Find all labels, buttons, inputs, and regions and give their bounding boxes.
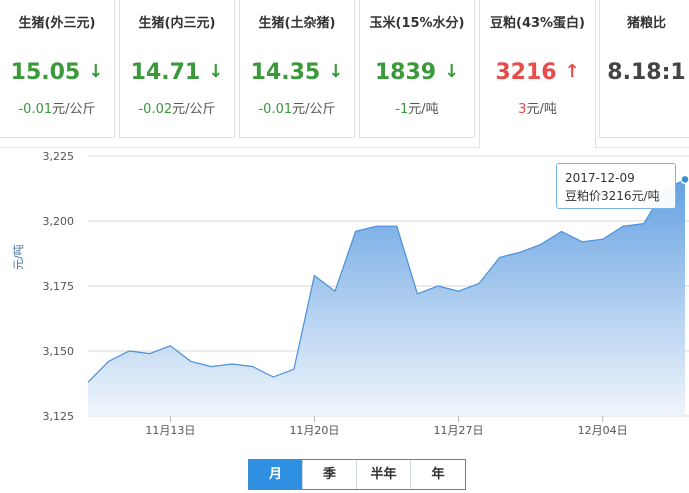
tab-3[interactable]: 玉米(15%水分) 1839 ↓ -1元/吨: [359, 0, 475, 138]
change-unit: 元/吨: [526, 102, 557, 117]
change-unit: 元/公斤: [292, 102, 336, 117]
price-value: 14.71: [130, 60, 201, 85]
x-tick-label: 11月20日: [289, 424, 339, 437]
price-tabs: 生猪(外三元) 15.05 ↓ -0.01元/公斤 生猪(内三元) 14.71 ↓ -0.02…: [0, 0, 689, 148]
chart-tooltip: 2017-12-09 豆粕价3216元/吨: [556, 163, 676, 209]
tab-change: 3元/吨: [480, 98, 595, 117]
tab-4[interactable]: 豆粕(43%蛋白) 3216 ↑ 3元/吨: [479, 0, 596, 148]
y-tick-label: 3,125: [43, 410, 75, 423]
tab-title: 猪粮比: [626, 16, 666, 31]
arrow-down-icon: ↓: [444, 61, 460, 82]
range-button-3[interactable]: 年: [411, 460, 465, 489]
y-tick-label: 3,150: [43, 345, 75, 358]
price-value: 1839: [374, 60, 437, 85]
tab-price: 15.05 ↓: [0, 60, 114, 85]
range-button-1[interactable]: 季: [303, 460, 357, 489]
tab-title: 生猪(外三元): [18, 16, 96, 31]
x-tick-label: 12月04日: [578, 424, 628, 437]
change-unit: 元/公斤: [52, 102, 96, 117]
tab-1[interactable]: 生猪(内三元) 14.71 ↓ -0.02元/公斤: [119, 0, 235, 138]
y-tick-label: 3,200: [43, 215, 75, 228]
tab-change: -1元/吨: [360, 98, 474, 117]
change-value: -0.01: [18, 102, 53, 117]
tab-price: 3216 ↑: [480, 60, 595, 85]
tab-title: 生猪(内三元): [138, 16, 216, 31]
tooltip-date: 2017-12-09: [565, 171, 635, 185]
y-axis-ticks: 3,125 3,150 3,175 3,200 3,225: [43, 150, 75, 423]
tab-change: -0.02元/公斤: [120, 98, 234, 117]
price-value: 15.05: [10, 60, 81, 85]
data-point[interactable]: [680, 174, 689, 185]
x-axis-ticks: 11月13日 11月20日 11月27日 12月04日: [145, 416, 628, 437]
price-value: 3216: [495, 60, 557, 85]
tab-title: 豆粕(43%蛋白): [490, 16, 585, 31]
change-value: -1: [395, 102, 409, 117]
price-value: 14.35: [250, 60, 321, 85]
tab-price: 14.71 ↓: [120, 60, 234, 85]
price-value: 8.18:1: [607, 60, 686, 85]
y-axis-label: 元/吨: [12, 244, 25, 270]
arrow-down-icon: ↓: [328, 61, 344, 82]
tab-2[interactable]: 生猪(土杂猪) 14.35 ↓ -0.01元/公斤: [239, 0, 355, 138]
arrow-down-icon: ↓: [208, 61, 224, 82]
tab-0[interactable]: 生猪(外三元) 15.05 ↓ -0.01元/公斤: [0, 0, 115, 138]
range-button-0[interactable]: 月: [249, 460, 303, 489]
series-area: [88, 179, 685, 416]
change-value: -0.01: [258, 102, 293, 117]
x-tick-label: 11月27日: [434, 424, 484, 437]
y-tick-label: 3,175: [43, 280, 75, 293]
tab-change: -0.01元/公斤: [240, 98, 354, 117]
tab-title: 玉米(15%水分): [369, 16, 465, 31]
tooltip-value: 豆粕价3216元/吨: [565, 189, 660, 203]
tab-title: 生猪(土杂猪): [258, 16, 336, 31]
tab-5[interactable]: 猪粮比 8.18:1: [599, 0, 689, 138]
tab-price: 8.18:1: [600, 60, 689, 85]
arrow-up-icon: ↑: [564, 61, 580, 82]
change-unit: 元/公斤: [172, 102, 216, 117]
tab-change: -0.01元/公斤: [0, 98, 114, 117]
change-value: -0.02: [138, 102, 173, 117]
tab-price: 14.35 ↓: [240, 60, 354, 85]
range-button-2[interactable]: 半年: [357, 460, 411, 489]
y-tick-label: 3,225: [43, 150, 75, 163]
tab-price: 1839 ↓: [360, 60, 474, 85]
change-unit: 元/吨: [408, 102, 439, 117]
x-tick-label: 11月13日: [145, 424, 195, 437]
arrow-down-icon: ↓: [88, 61, 104, 82]
range-selector: 月季半年年: [248, 459, 466, 490]
